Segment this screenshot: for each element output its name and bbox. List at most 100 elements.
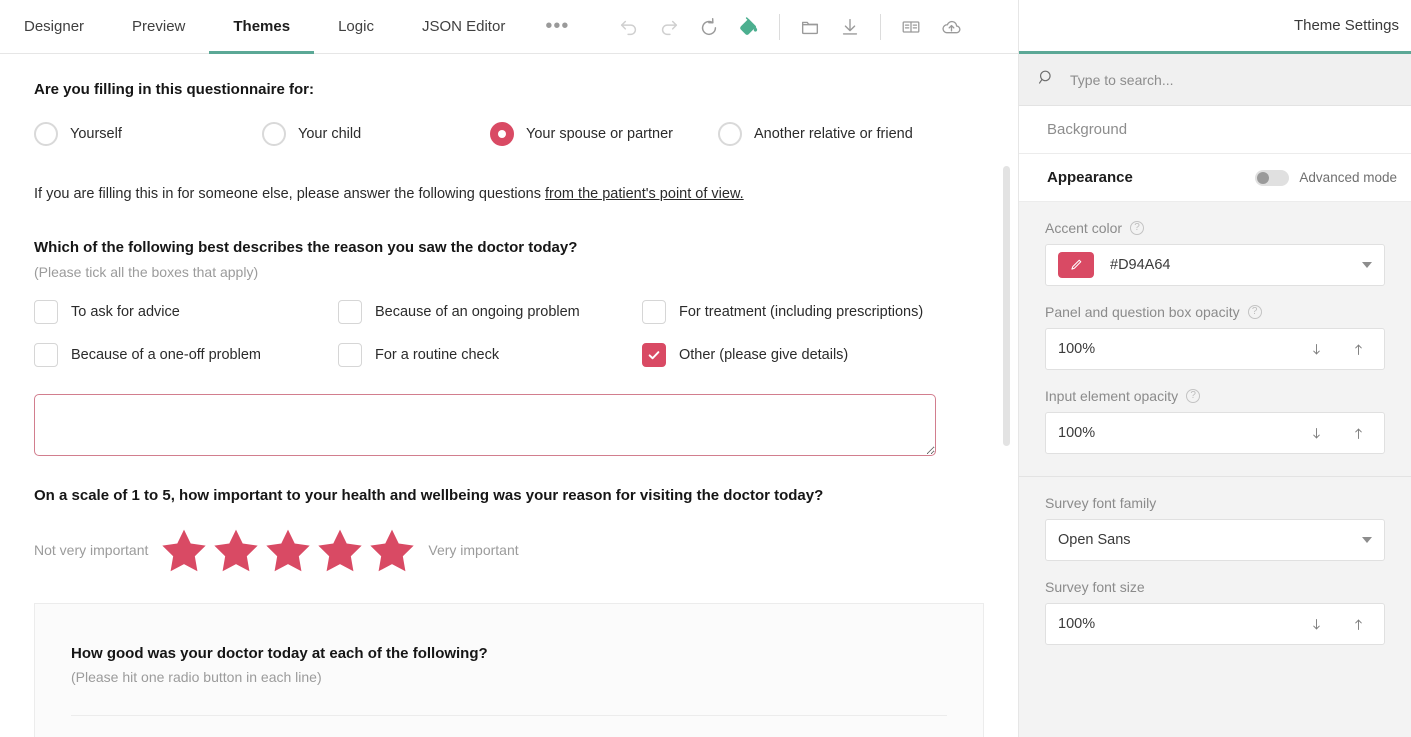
decrement-button[interactable] [1302,426,1330,441]
reset-button[interactable] [689,7,729,47]
canvas-vertical-scrollbar[interactable] [1003,166,1010,446]
tab-designer-label: Designer [24,18,85,35]
tab-more-button[interactable]: ••• [529,0,585,54]
font-size-control[interactable]: 100% [1045,603,1385,645]
checkbox-other[interactable]: Other (please give details) [642,342,984,367]
font-family-control[interactable]: Open Sans [1045,519,1385,561]
tab-json-editor-label: JSON Editor [421,18,506,35]
download-button[interactable] [830,7,870,47]
field-survey-font-size: Survey font size 100% [1045,579,1385,645]
advanced-mode-label: Advanced mode [1299,170,1397,185]
undo-icon [618,16,640,38]
settings-search-row[interactable] [1019,54,1411,106]
toolbar-divider-2 [880,13,882,40]
checkbox-ongoing-label: Because of an ongoing problem [375,303,580,320]
settings-header: Theme Settings [1019,0,1411,54]
undo-button[interactable] [609,7,649,47]
toolbar-icon-group [609,0,971,54]
help-icon[interactable]: ? [1130,221,1145,235]
tab-preview[interactable]: Preview [108,0,209,54]
section-background-label: Background [1047,121,1128,138]
help-icon[interactable]: ? [1247,305,1262,319]
decrement-button[interactable] [1302,617,1330,632]
chevron-down-icon[interactable] [1362,262,1372,268]
checkbox-box-icon [338,342,362,367]
star-icon-4[interactable] [314,524,366,576]
accent-color-control[interactable]: #D94A64 [1045,244,1385,286]
q3-rating-control: Not very important Very important [34,524,984,576]
checkbox-to-ask-for-advice[interactable]: To ask for advice [34,299,338,324]
accent-color-label-row: Accent color ? [1045,220,1385,236]
download-icon [839,16,861,38]
increment-button[interactable] [1344,426,1372,441]
font-size-value: 100% [1058,616,1096,632]
open-folder-button[interactable] [790,7,830,47]
theme-settings-panel: Theme Settings Background Appearance Adv… [1018,0,1411,737]
radio-another-relative-label: Another relative or friend [754,126,913,143]
checkbox-box-icon [338,299,362,324]
checkbox-routine-check[interactable]: For a routine check [338,342,642,367]
editor-tabs: Designer Preview Themes Logic JSON Edito… [0,0,585,54]
chevron-down-icon[interactable] [1362,537,1372,543]
tab-themes[interactable]: Themes [209,0,314,54]
color-swatch-button[interactable] [1058,252,1094,278]
preview-book-button[interactable] [891,7,931,47]
q4-subtitle: (Please hit one radio button in each lin… [71,669,322,685]
increment-button[interactable] [1344,617,1372,632]
accent-color-label: Accent color [1045,220,1123,236]
q1-options: Yourself Your child Your spouse or partn… [34,122,984,147]
section-header-appearance[interactable]: Appearance Advanced mode [1019,154,1411,202]
tab-logic[interactable]: Logic [314,0,398,54]
star-icon-3[interactable] [262,524,314,576]
star-icon-5[interactable] [366,524,418,576]
tab-preview-label: Preview [132,18,186,35]
checkbox-one-off-label: Because of a one-off problem [71,346,261,363]
editor-area: Designer Preview Themes Logic JSON Edito… [0,0,1018,737]
other-details-input[interactable] [34,393,936,456]
checkbox-treatment-label: For treatment (including prescriptions) [679,303,924,320]
radio-circle-checked-icon [490,122,514,147]
radio-your-child[interactable]: Your child [262,122,490,147]
decrement-button[interactable] [1302,342,1330,357]
input-opacity-label: Input element opacity [1045,388,1179,404]
patient-point-of-view-note: If you are filling this in for someone e… [0,146,1018,202]
advanced-mode-toggle[interactable] [1255,169,1290,186]
cloud-upload-button[interactable] [931,7,971,47]
rating-min-label: Not very important [34,541,149,558]
tab-json-editor[interactable]: JSON Editor [398,0,529,54]
help-icon[interactable]: ? [1186,389,1201,403]
radio-circle-icon [34,122,58,147]
section-header-background[interactable]: Background [1019,106,1411,154]
radio-spouse-or-partner[interactable]: Your spouse or partner [490,122,718,147]
panel-opacity-control[interactable]: 100% [1045,328,1385,370]
radio-another-relative[interactable]: Another relative or friend [718,122,913,147]
radio-yourself[interactable]: Yourself [34,122,262,147]
search-input[interactable] [1068,70,1393,89]
top-toolbar: Designer Preview Themes Logic JSON Edito… [0,0,1018,54]
input-opacity-value: 100% [1058,425,1096,441]
theme-editor-app: Designer Preview Themes Logic JSON Edito… [0,0,1411,737]
toolbar-divider-1 [779,13,781,40]
panel-opacity-label-row: Panel and question box opacity ? [1045,304,1385,320]
checkbox-ongoing-problem[interactable]: Because of an ongoing problem [338,299,642,324]
checkbox-for-treatment[interactable]: For treatment (including prescriptions) [642,299,984,324]
input-opacity-control[interactable]: 100% [1045,412,1385,454]
book-icon [900,16,922,38]
checkbox-one-off-problem[interactable]: Because of a one-off problem [34,342,338,367]
star-icon-2[interactable] [210,524,262,576]
more-dots-icon: ••• [545,15,570,37]
search-icon [1037,68,1068,92]
field-input-opacity: Input element opacity ? 100% [1045,388,1385,454]
increment-button[interactable] [1344,342,1372,357]
radio-yourself-label: Yourself [70,126,122,143]
tab-designer[interactable]: Designer [0,0,108,54]
redo-button[interactable] [649,7,689,47]
question-filling-for: Are you filling in this questionnaire fo… [0,54,1018,147]
q4-title: How good was your doctor today at each o… [71,644,488,662]
rating-max-label: Very important [428,541,519,558]
font-family-label: Survey font family [1045,495,1157,511]
appearance-fields-group-1: Accent color ? #D94A64 Panel and questio… [1019,202,1411,477]
input-opacity-label-row: Input element opacity ? [1045,388,1385,404]
paint-bucket-button[interactable] [729,7,769,47]
star-icon-1[interactable] [158,524,210,576]
